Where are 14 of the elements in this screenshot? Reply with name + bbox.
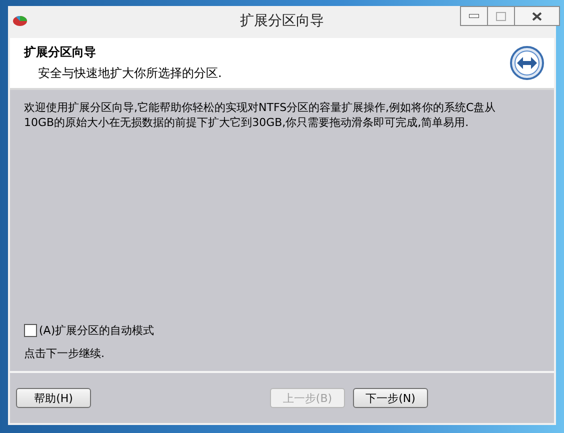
auto-mode-checkbox[interactable]: (A)扩展分区的自动模式 [24,323,540,338]
header-title: 扩展分区向导 [24,44,97,61]
app-icon [12,13,28,27]
hint-text: 点击下一步继续. [24,346,106,361]
nav-button[interactable]: 下一步(N) [353,388,428,408]
minimize-button[interactable] [460,6,488,26]
help-button[interactable]: 帮助(H) [16,388,91,408]
intro-text: 欢迎使用扩展分区向导,它能帮助你轻松的实现对NTFS分区的容量扩展操作,例如将你的系统C盘从10GB的原始大小在无损数据的前提下扩大它到30GB,你只需要拖动滑条即可完成,简单易用. [24,100,497,130]
close-icon [532,12,542,20]
maximize-icon [496,12,506,20]
close-button[interactable] [514,6,560,26]
minimize-icon [469,14,479,18]
window-title: 扩展分区向导 [240,12,324,30]
header-subtitle: 安全与快速地扩大你所选择的分区. [37,65,223,82]
